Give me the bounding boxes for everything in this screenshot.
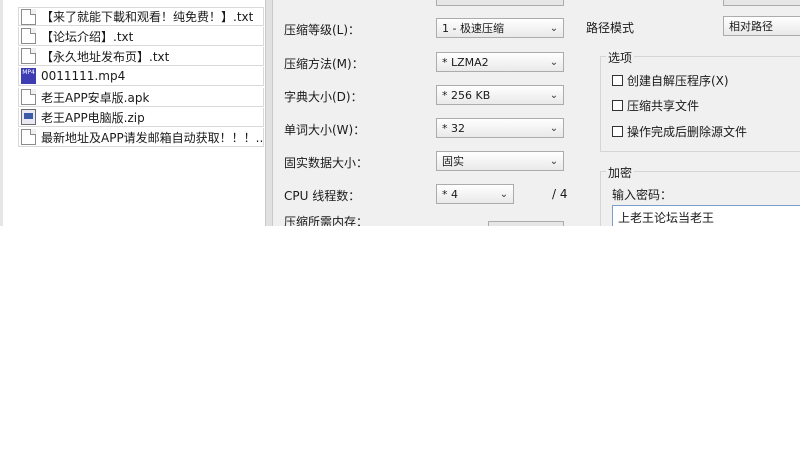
update-mode-select[interactable] xyxy=(723,0,800,6)
file-name: 【来了就能下載和观看！纯免费！】.txt xyxy=(41,10,254,24)
text-file-icon xyxy=(21,129,36,145)
word-size-value: * 32 xyxy=(442,121,465,135)
password-input[interactable]: 上老王论坛当老王 xyxy=(612,205,800,226)
cpu-threads-total: / 4 xyxy=(552,187,568,201)
cpu-threads-label: CPU 线程数： xyxy=(284,189,361,203)
word-size-label: 单词大小(W)： xyxy=(284,123,366,137)
file-row-1[interactable]: 【来了就能下載和观看！纯免费！】.txt xyxy=(18,7,264,26)
file-row-7[interactable]: 最新地址及APP请发邮箱自动获取！！！... xyxy=(18,128,264,147)
solid-block-size-value: 固实 xyxy=(442,155,464,168)
create-sfx-label: 创建自解压程序(X) xyxy=(627,74,729,88)
compression-level-select[interactable]: 1 - 极速压缩 ⌄ xyxy=(436,18,564,38)
compression-method-select[interactable]: * LZMA2 ⌄ xyxy=(436,52,564,72)
file-name: 老王APP安卓版.apk xyxy=(41,90,150,105)
compression-method-value: * LZMA2 xyxy=(442,55,489,69)
dictionary-size-value: * 256 KB xyxy=(442,88,491,102)
file-row-6[interactable]: 老王APP电脑版.zip xyxy=(18,108,264,127)
compression-method-label: 压缩方法(M)： xyxy=(284,57,364,71)
text-file-icon xyxy=(21,89,36,105)
chevron-down-icon: ⌄ xyxy=(549,56,559,68)
memory-usage-field xyxy=(488,221,564,226)
delete-after-checkbox[interactable]: 操作完成后删除源文件 xyxy=(612,123,747,140)
compression-dialog: 【来了就能下載和观看！纯免费！】.txt 【论坛介绍】.txt 【永久地址发布页… xyxy=(0,0,800,226)
word-size-select[interactable]: * 32 ⌄ xyxy=(436,118,564,138)
checkbox-icon xyxy=(612,75,623,86)
path-mode-value: 相对路径 xyxy=(729,20,773,33)
file-name: 最新地址及APP请发邮箱自动获取！！！... xyxy=(41,130,263,145)
compress-shared-label: 压缩共享文件 xyxy=(627,99,700,113)
file-row-3[interactable]: 【永久地址发布页】.txt xyxy=(18,47,264,66)
compression-level-value: 1 - 极速压缩 xyxy=(442,22,504,35)
dictionary-size-select[interactable]: * 256 KB ⌄ xyxy=(436,85,564,105)
path-mode-label: 路径模式 xyxy=(586,21,635,35)
archive-format-select[interactable] xyxy=(436,0,564,6)
file-name: 【论坛介绍】.txt xyxy=(41,29,134,44)
panel-splitter[interactable] xyxy=(265,0,273,226)
text-file-icon xyxy=(21,28,36,44)
file-name: 【永久地址发布页】.txt xyxy=(41,49,170,64)
solid-block-size-select[interactable]: 固实 ⌄ xyxy=(436,151,564,171)
encryption-group-title: 加密 xyxy=(606,164,635,181)
compression-level-label: 压缩等级(L)： xyxy=(284,23,361,37)
cpu-threads-select[interactable]: * 4 ⌄ xyxy=(436,184,514,204)
video-file-icon: MP4 xyxy=(21,68,36,84)
chevron-down-icon: ⌄ xyxy=(549,89,559,101)
create-sfx-checkbox[interactable]: 创建自解压程序(X) xyxy=(612,72,729,89)
text-file-icon xyxy=(21,8,36,25)
solid-block-size-label: 固实数据大小： xyxy=(284,156,369,170)
path-mode-select[interactable]: 相对路径 xyxy=(723,16,800,36)
compress-shared-checkbox[interactable]: 压缩共享文件 xyxy=(612,97,699,114)
cpu-threads-value: * 4 xyxy=(442,187,458,201)
chevron-down-icon: ⌄ xyxy=(549,22,559,34)
delete-after-label: 操作完成后删除源文件 xyxy=(627,125,748,139)
memory-usage-label: 压缩所需内存： xyxy=(284,215,369,226)
checkbox-icon xyxy=(612,126,623,137)
chevron-down-icon: ⌄ xyxy=(549,122,559,134)
archive-file-icon xyxy=(21,109,36,125)
file-list: 【来了就能下載和观看！纯免费！】.txt 【论坛介绍】.txt 【永久地址发布页… xyxy=(0,0,265,226)
checkbox-icon xyxy=(612,100,623,111)
file-row-4[interactable]: MP4 0011111.mp4 xyxy=(18,67,264,86)
file-name: 0011111.mp4 xyxy=(41,69,126,83)
chevron-down-icon: ⌄ xyxy=(549,155,559,167)
dictionary-size-label: 字典大小(D)： xyxy=(284,90,363,104)
options-group-title: 选项 xyxy=(606,49,635,66)
file-name: 老王APP电脑版.zip xyxy=(41,110,145,125)
text-file-icon xyxy=(21,48,36,64)
password-label: 输入密码： xyxy=(612,188,673,202)
list-edge xyxy=(0,0,3,226)
file-row-2[interactable]: 【论坛介绍】.txt xyxy=(18,27,264,46)
file-row-5[interactable]: 老王APP安卓版.apk xyxy=(18,88,264,107)
chevron-down-icon: ⌄ xyxy=(499,188,509,200)
